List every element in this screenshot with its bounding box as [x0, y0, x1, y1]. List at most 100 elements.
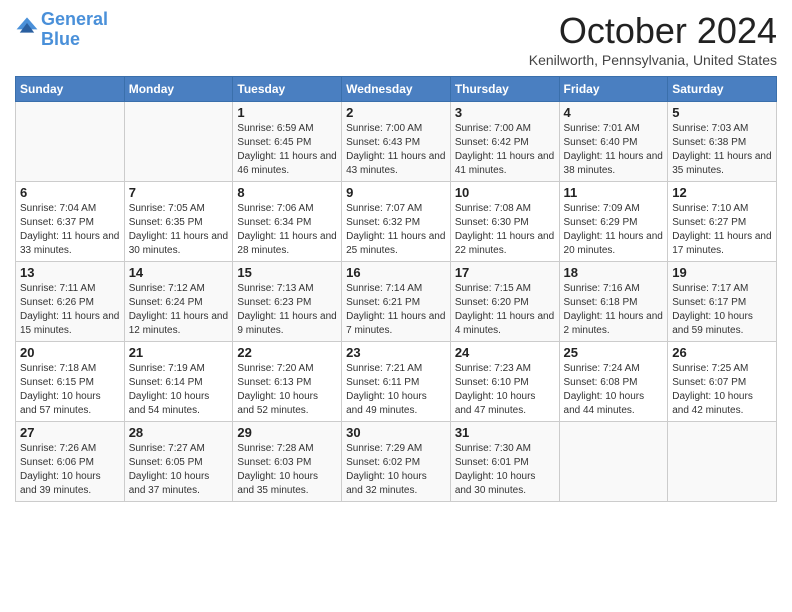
calendar-cell	[16, 102, 125, 182]
day-info: Sunrise: 7:20 AM Sunset: 6:13 PM Dayligh…	[237, 362, 337, 418]
day-number: 25	[564, 345, 664, 360]
calendar-cell: 6 Sunrise: 7:04 AM Sunset: 6:37 PM Daylig…	[16, 182, 125, 262]
header-saturday: Saturday	[668, 77, 777, 102]
day-number: 22	[237, 345, 337, 360]
day-info: Sunrise: 7:26 AM Sunset: 6:06 PM Dayligh…	[20, 442, 120, 498]
calendar-cell: 18Sunrise: 7:16 AM Sunset: 6:18 PM Dayli…	[559, 262, 668, 342]
day-info: Sunrise: 7:01 AM Sunset: 6:40 PM Dayligh…	[564, 122, 664, 178]
day-info: Sunrise: 7:24 AM Sunset: 6:08 PM Dayligh…	[564, 362, 664, 418]
day-number: 19	[672, 265, 772, 280]
day-number: 23	[346, 345, 446, 360]
logo-line2: Blue	[41, 29, 80, 49]
calendar-cell: 5 Sunrise: 7:03 AM Sunset: 6:38 PM Daylig…	[668, 102, 777, 182]
day-info: Sunrise: 7:25 AM Sunset: 6:07 PM Dayligh…	[672, 362, 772, 418]
day-number: 6	[20, 185, 120, 200]
header-friday: Friday	[559, 77, 668, 102]
day-info: Sunrise: 7:15 AM Sunset: 6:20 PM Dayligh…	[455, 282, 555, 338]
day-info: Sunrise: 7:00 AM Sunset: 6:43 PM Dayligh…	[346, 122, 446, 178]
calendar-cell: 10Sunrise: 7:08 AM Sunset: 6:30 PM Dayli…	[450, 182, 559, 262]
calendar-cell: 25 Sunrise: 7:24 AM Sunset: 6:08 PM Dayli…	[559, 342, 668, 422]
day-info: Sunrise: 7:06 AM Sunset: 6:34 PM Dayligh…	[237, 202, 337, 258]
day-number: 1	[237, 105, 337, 120]
day-number: 5	[672, 105, 772, 120]
day-number: 30	[346, 425, 446, 440]
calendar-cell: 9Sunrise: 7:07 AM Sunset: 6:32 PM Daylig…	[342, 182, 451, 262]
day-number: 8	[237, 185, 337, 200]
calendar-cell	[668, 422, 777, 502]
calendar-cell: 2 Sunrise: 7:00 AM Sunset: 6:43 PM Daylig…	[342, 102, 451, 182]
day-info: Sunrise: 7:17 AM Sunset: 6:17 PM Dayligh…	[672, 282, 772, 338]
calendar-cell	[124, 102, 233, 182]
title-block: October 2024 Kenilworth, Pennsylvania, U…	[529, 10, 777, 68]
day-number: 14	[129, 265, 229, 280]
logo-line1: General	[41, 9, 108, 29]
page-header: General Blue October 2024 Kenilworth, Pe…	[15, 10, 777, 68]
day-info: Sunrise: 7:28 AM Sunset: 6:03 PM Dayligh…	[237, 442, 337, 498]
day-info: Sunrise: 6:59 AM Sunset: 6:45 PM Dayligh…	[237, 122, 337, 178]
day-info: Sunrise: 7:04 AM Sunset: 6:37 PM Dayligh…	[20, 202, 120, 258]
day-number: 20	[20, 345, 120, 360]
day-number: 27	[20, 425, 120, 440]
calendar-cell: 14 Sunrise: 7:12 AM Sunset: 6:24 PM Dayli…	[124, 262, 233, 342]
logo: General Blue	[15, 10, 108, 50]
day-info: Sunrise: 7:21 AM Sunset: 6:11 PM Dayligh…	[346, 362, 446, 418]
day-number: 11	[564, 185, 664, 200]
calendar-cell: 7 Sunrise: 7:05 AM Sunset: 6:35 PM Daylig…	[124, 182, 233, 262]
calendar-cell: 13 Sunrise: 7:11 AM Sunset: 6:26 PM Dayli…	[16, 262, 125, 342]
calendar-cell	[559, 422, 668, 502]
calendar-cell: 17 Sunrise: 7:15 AM Sunset: 6:20 PM Dayli…	[450, 262, 559, 342]
day-info: Sunrise: 7:08 AM Sunset: 6:30 PM Dayligh…	[455, 202, 555, 258]
day-number: 7	[129, 185, 229, 200]
calendar-table: SundayMondayTuesdayWednesdayThursdayFrid…	[15, 76, 777, 502]
calendar-cell: 24 Sunrise: 7:23 AM Sunset: 6:10 PM Dayli…	[450, 342, 559, 422]
calendar-cell: 8 Sunrise: 7:06 AM Sunset: 6:34 PM Daylig…	[233, 182, 342, 262]
week-row-4: 20 Sunrise: 7:18 AM Sunset: 6:15 PM Dayli…	[16, 342, 777, 422]
day-number: 15	[237, 265, 337, 280]
calendar-cell: 1 Sunrise: 6:59 AM Sunset: 6:45 PM Daylig…	[233, 102, 342, 182]
day-number: 9	[346, 185, 446, 200]
day-number: 13	[20, 265, 120, 280]
calendar-cell: 21 Sunrise: 7:19 AM Sunset: 6:14 PM Dayli…	[124, 342, 233, 422]
calendar-cell: 16 Sunrise: 7:14 AM Sunset: 6:21 PM Dayli…	[342, 262, 451, 342]
logo-icon	[15, 15, 39, 39]
day-number: 26	[672, 345, 772, 360]
header-wednesday: Wednesday	[342, 77, 451, 102]
day-number: 29	[237, 425, 337, 440]
day-number: 16	[346, 265, 446, 280]
calendar-header-row: SundayMondayTuesdayWednesdayThursdayFrid…	[16, 77, 777, 102]
header-tuesday: Tuesday	[233, 77, 342, 102]
day-info: Sunrise: 7:23 AM Sunset: 6:10 PM Dayligh…	[455, 362, 555, 418]
day-info: Sunrise: 7:12 AM Sunset: 6:24 PM Dayligh…	[129, 282, 229, 338]
day-info: Sunrise: 7:14 AM Sunset: 6:21 PM Dayligh…	[346, 282, 446, 338]
calendar-cell: 30 Sunrise: 7:29 AM Sunset: 6:02 PM Dayli…	[342, 422, 451, 502]
calendar-cell: 31 Sunrise: 7:30 AM Sunset: 6:01 PM Dayli…	[450, 422, 559, 502]
day-number: 21	[129, 345, 229, 360]
day-number: 2	[346, 105, 446, 120]
day-info: Sunrise: 7:03 AM Sunset: 6:38 PM Dayligh…	[672, 122, 772, 178]
day-info: Sunrise: 7:11 AM Sunset: 6:26 PM Dayligh…	[20, 282, 120, 338]
day-info: Sunrise: 7:05 AM Sunset: 6:35 PM Dayligh…	[129, 202, 229, 258]
day-info: Sunrise: 7:30 AM Sunset: 6:01 PM Dayligh…	[455, 442, 555, 498]
calendar-cell: 29 Sunrise: 7:28 AM Sunset: 6:03 PM Dayli…	[233, 422, 342, 502]
day-info: Sunrise: 7:18 AM Sunset: 6:15 PM Dayligh…	[20, 362, 120, 418]
day-number: 31	[455, 425, 555, 440]
calendar-cell: 20 Sunrise: 7:18 AM Sunset: 6:15 PM Dayli…	[16, 342, 125, 422]
calendar-cell: 4 Sunrise: 7:01 AM Sunset: 6:40 PM Daylig…	[559, 102, 668, 182]
day-info: Sunrise: 7:10 AM Sunset: 6:27 PM Dayligh…	[672, 202, 772, 258]
day-number: 18	[564, 265, 664, 280]
day-info: Sunrise: 7:19 AM Sunset: 6:14 PM Dayligh…	[129, 362, 229, 418]
day-info: Sunrise: 7:29 AM Sunset: 6:02 PM Dayligh…	[346, 442, 446, 498]
day-info: Sunrise: 7:13 AM Sunset: 6:23 PM Dayligh…	[237, 282, 337, 338]
calendar-cell: 23 Sunrise: 7:21 AM Sunset: 6:11 PM Dayli…	[342, 342, 451, 422]
main-title: October 2024	[529, 10, 777, 52]
day-number: 4	[564, 105, 664, 120]
day-number: 28	[129, 425, 229, 440]
header-sunday: Sunday	[16, 77, 125, 102]
day-number: 17	[455, 265, 555, 280]
day-number: 24	[455, 345, 555, 360]
subtitle: Kenilworth, Pennsylvania, United States	[529, 52, 777, 68]
week-row-2: 6 Sunrise: 7:04 AM Sunset: 6:37 PM Daylig…	[16, 182, 777, 262]
day-number: 12	[672, 185, 772, 200]
week-row-5: 27 Sunrise: 7:26 AM Sunset: 6:06 PM Dayli…	[16, 422, 777, 502]
day-info: Sunrise: 7:27 AM Sunset: 6:05 PM Dayligh…	[129, 442, 229, 498]
